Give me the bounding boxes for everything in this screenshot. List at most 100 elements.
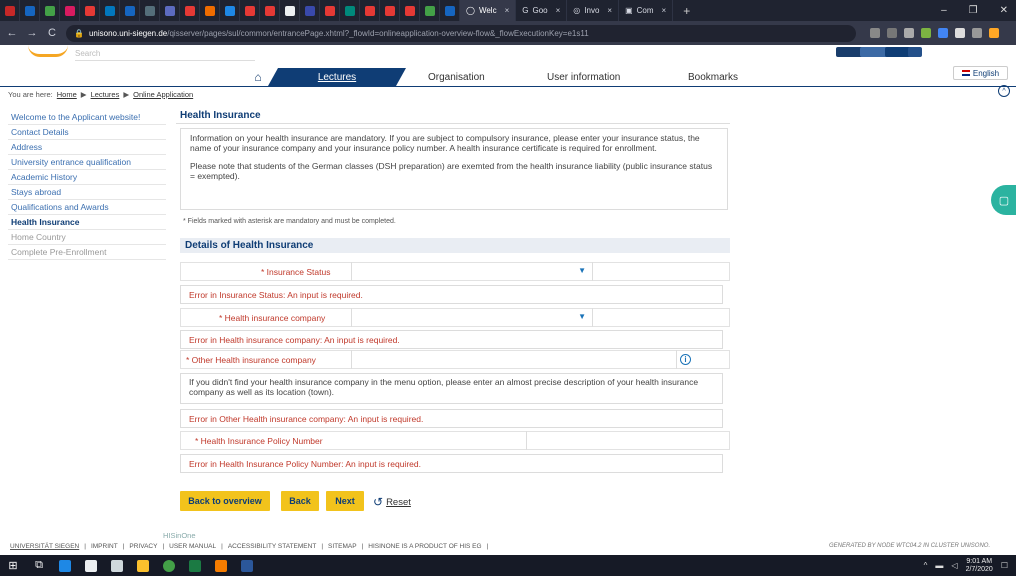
windows-start-icon[interactable]: ⊞	[0, 555, 26, 576]
nav-user-information[interactable]: User information	[547, 68, 620, 86]
footer-link-university[interactable]: UNIVERSITÄT SIEGEN	[10, 543, 79, 550]
footer-link-sitemap[interactable]: SITEMAP	[328, 543, 357, 550]
footer-link-his[interactable]: HISINONE IS A PRODUCT OF HIS EG	[368, 543, 481, 550]
close-tab-icon[interactable]: ×	[556, 6, 561, 15]
forward-arrow-icon[interactable]: →	[26, 27, 38, 39]
tab-favicon[interactable]	[320, 0, 340, 21]
sidebar-item-contact-details[interactable]: Contact Details	[8, 125, 166, 140]
policy-number-input[interactable]	[526, 431, 729, 450]
key-icon[interactable]	[887, 28, 897, 38]
folder-icon[interactable]	[130, 555, 156, 576]
next-button[interactable]: Next	[326, 491, 364, 511]
close-tab-icon[interactable]: ×	[505, 6, 510, 15]
insurance-status-select[interactable]: ▼	[351, 262, 593, 281]
breadcrumb-lectures[interactable]: Lectures	[91, 90, 120, 99]
scroll-top-icon[interactable]: ^	[998, 85, 1010, 97]
reset-button[interactable]: ↺ Reset	[373, 495, 411, 509]
nav-bookmarks[interactable]: Bookmarks	[688, 68, 738, 86]
reload-icon[interactable]: C	[46, 27, 58, 39]
minimize-icon[interactable]: –	[941, 5, 947, 16]
sidebar-item-stays-abroad[interactable]: Stays abroad	[8, 185, 166, 200]
task-view-icon[interactable]: ⧉	[26, 555, 52, 576]
info-icon[interactable]: i	[680, 354, 691, 365]
home-icon[interactable]: ⌂	[248, 68, 268, 86]
close-window-icon[interactable]: ✕	[1000, 5, 1008, 16]
breadcrumb-online-application[interactable]: Online Application	[133, 90, 193, 99]
tab-welcome[interactable]: ◯ Welc ×	[460, 0, 517, 21]
star-icon[interactable]	[904, 28, 914, 38]
clock[interactable]: 9:01 AM 2/7/2020	[966, 558, 993, 574]
excel-icon[interactable]	[182, 555, 208, 576]
tab-favicon[interactable]	[60, 0, 80, 21]
chevron-up-icon[interactable]: ^	[924, 561, 928, 570]
extension-icon[interactable]	[870, 28, 880, 38]
new-tab-button[interactable]: +	[673, 4, 700, 18]
tab-favicon[interactable]	[0, 0, 20, 21]
tab-invoice[interactable]: ◎ Invo ×	[567, 0, 620, 21]
back-arrow-icon[interactable]: ←	[6, 27, 18, 39]
tab-favicon[interactable]	[200, 0, 220, 21]
footer-link-user-manual[interactable]: USER MANUAL	[169, 543, 216, 550]
extension-icon[interactable]	[921, 28, 931, 38]
tab-google[interactable]: G Goo ×	[516, 0, 568, 21]
word-icon[interactable]	[234, 555, 260, 576]
mail-icon[interactable]	[104, 555, 130, 576]
url-field[interactable]: 🔒 unisono.uni-siegen.de /qisserver/pages…	[66, 24, 856, 42]
back-to-overview-button[interactable]: Back to overview	[180, 491, 270, 511]
sidebar-item-qualifications[interactable]: Qualifications and Awards	[8, 200, 166, 215]
extension-icon[interactable]	[972, 28, 982, 38]
chat-icon[interactable]: ▢	[991, 185, 1016, 215]
tab-favicon[interactable]	[80, 0, 100, 21]
edge-icon[interactable]	[52, 555, 78, 576]
other-company-input[interactable]	[351, 350, 677, 369]
menu-icon[interactable]	[908, 47, 922, 57]
language-switch[interactable]: English	[953, 66, 1008, 80]
close-tab-icon[interactable]: ×	[662, 6, 667, 15]
tab-favicon[interactable]	[300, 0, 320, 21]
back-button[interactable]: Back	[281, 491, 319, 511]
sidebar-item-academic-history[interactable]: Academic History	[8, 170, 166, 185]
tab-favicon[interactable]	[40, 0, 60, 21]
nav-lectures[interactable]: Lectures	[268, 68, 406, 86]
tab-favicon[interactable]	[100, 0, 120, 21]
chrome-icon[interactable]	[156, 555, 182, 576]
close-tab-icon[interactable]: ×	[607, 6, 612, 15]
tab-favicon[interactable]	[120, 0, 140, 21]
sidebar-item-health-insurance[interactable]: Health Insurance	[8, 215, 166, 230]
chat-icon[interactable]	[860, 47, 888, 57]
tab-favicon[interactable]	[20, 0, 40, 21]
extension-icon[interactable]	[938, 28, 948, 38]
extension-icon[interactable]	[955, 28, 965, 38]
tab-favicon[interactable]	[180, 0, 200, 21]
sidebar-item-welcome[interactable]: Welcome to the Applicant website!	[8, 110, 166, 125]
profile-icon[interactable]	[989, 28, 999, 38]
tab-favicon[interactable]	[420, 0, 440, 21]
notification-icon[interactable]: ☐	[1001, 561, 1008, 570]
tab-favicon[interactable]	[220, 0, 240, 21]
tab-favicon[interactable]	[280, 0, 300, 21]
tab-favicon[interactable]	[440, 0, 460, 21]
tab-favicon[interactable]	[380, 0, 400, 21]
tab-favicon[interactable]	[340, 0, 360, 21]
footer-link-accessibility[interactable]: ACCESSIBILITY STATEMENT	[228, 543, 317, 550]
maximize-icon[interactable]: ❐	[969, 5, 978, 16]
search-input[interactable]: Search	[75, 49, 255, 61]
tab-favicon[interactable]	[360, 0, 380, 21]
tab-favicon[interactable]	[260, 0, 280, 21]
tab-com[interactable]: ▣ Com ×	[619, 0, 674, 21]
breadcrumb-home[interactable]: Home	[57, 90, 77, 99]
sidebar-item-address[interactable]: Address	[8, 140, 166, 155]
store-icon[interactable]	[78, 555, 104, 576]
footer-link-imprint[interactable]: IMPRINT	[91, 543, 118, 550]
sidebar-item-university-entrance[interactable]: University entrance qualification	[8, 155, 166, 170]
vlc-icon[interactable]	[208, 555, 234, 576]
tab-favicon[interactable]	[140, 0, 160, 21]
nav-organisation[interactable]: Organisation	[428, 68, 485, 86]
footer-link-privacy[interactable]: PRIVACY	[129, 543, 157, 550]
network-icon[interactable]: ▬	[935, 561, 943, 570]
tab-favicon[interactable]	[240, 0, 260, 21]
university-logo[interactable]	[28, 45, 68, 57]
insurance-company-select[interactable]: ▼	[351, 308, 593, 327]
tab-favicon[interactable]	[160, 0, 180, 21]
tab-favicon[interactable]	[400, 0, 420, 21]
